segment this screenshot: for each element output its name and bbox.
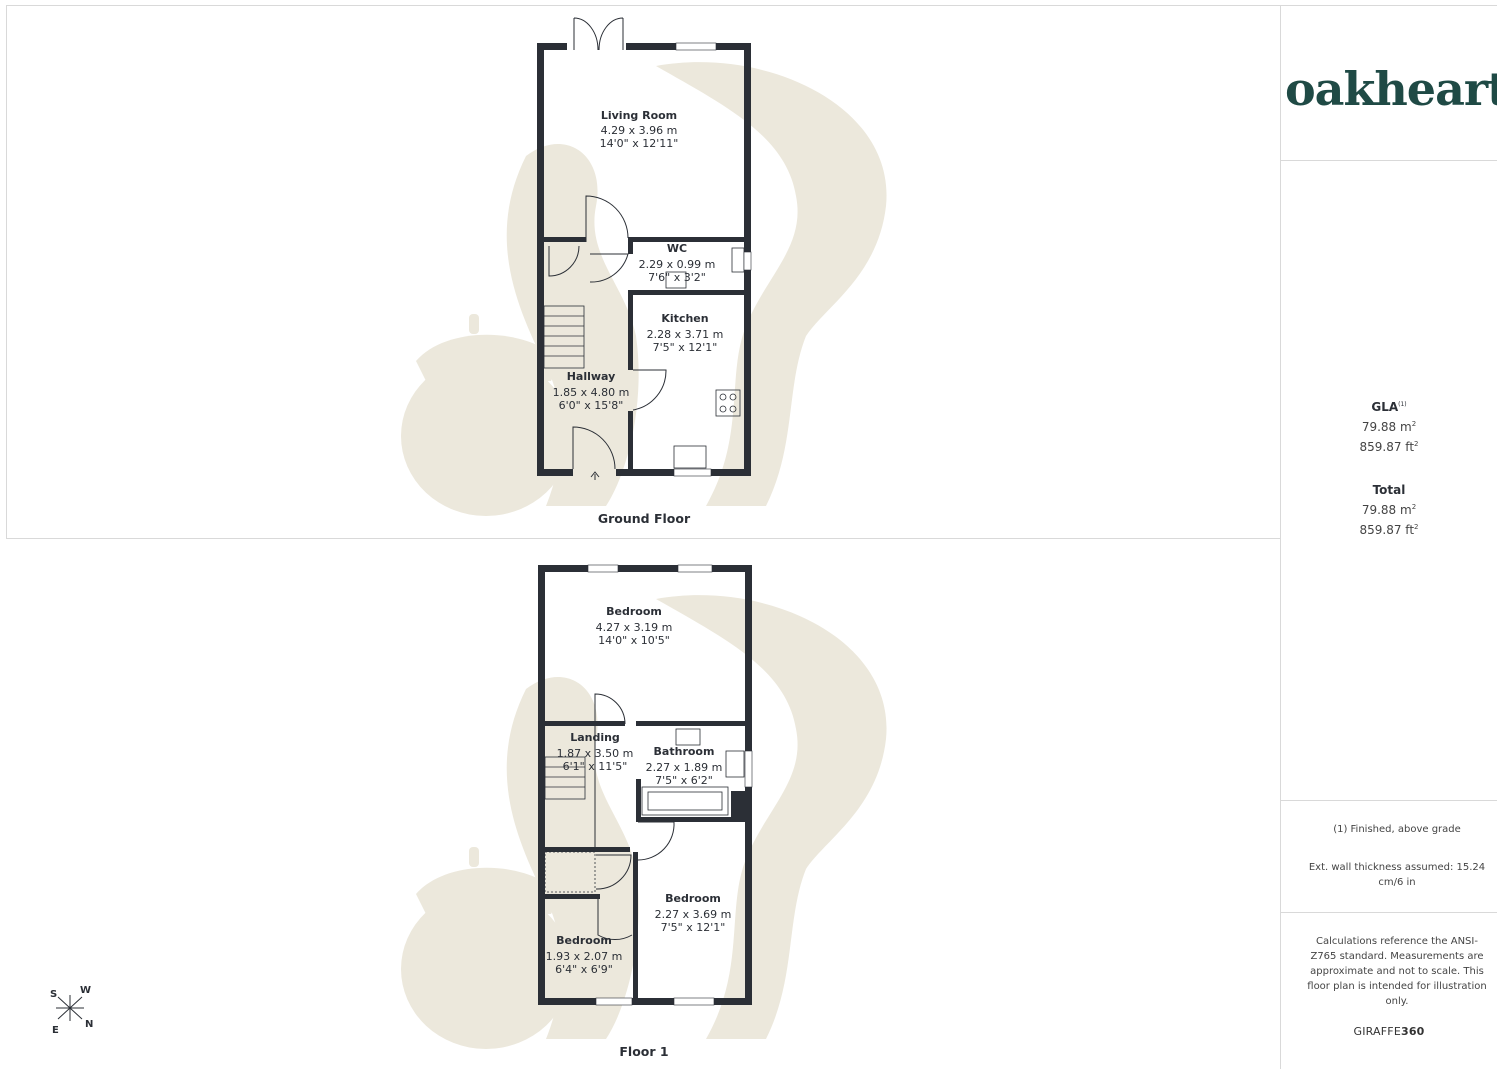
room-kitchen: Kitchen 2.28 x 3.71 m 7'5" x 12'1" [647,312,724,354]
ground-floor-plan: Living Room 4.29 x 3.96 m 14'0" x 12'11"… [401,17,887,516]
total-block: Total 79.88 m2 859.87 ft2 [1273,483,1497,537]
floor-1-title: Floor 1 [619,1044,669,1059]
svg-text:2.27 x 3.69 m: 2.27 x 3.69 m [655,908,732,921]
svg-text:2.29 x 0.99 m: 2.29 x 0.99 m [639,258,716,271]
svg-text:Hallway: Hallway [567,370,616,383]
room-bedroom-2: Bedroom 2.27 x 3.69 m 7'5" x 12'1" [655,892,732,934]
svg-text:E: E [52,1025,59,1036]
svg-text:4.29 x 3.96 m: 4.29 x 3.96 m [601,124,678,137]
svg-text:S: S [50,989,57,1000]
svg-text:1.87 x 3.50 m: 1.87 x 3.50 m [557,747,634,760]
svg-text:Bedroom: Bedroom [556,934,612,947]
note-calculations: Calculations reference the ANSI-Z765 sta… [1307,936,1487,1007]
note-wall-thickness: Ext. wall thickness assumed: 15.24 cm/6 … [1308,862,1486,888]
svg-text:Kitchen: Kitchen [661,312,708,325]
floor-1-plan: Bedroom 4.27 x 3.19 m 14'0" x 10'5" Land… [50,564,887,1049]
credit-brand: GIRAFFE360 [1353,1025,1425,1038]
svg-text:6'4" x 6'9": 6'4" x 6'9" [555,963,613,976]
gla-label: GLA(1) [1371,400,1407,414]
svg-text:7'6" x 3'2": 7'6" x 3'2" [648,271,706,284]
brand-logo: oakheart [1285,62,1497,116]
svg-text:4.27 x 3.19 m: 4.27 x 3.19 m [596,621,673,634]
svg-text:Landing: Landing [570,731,620,744]
svg-text:1.93 x 2.07 m: 1.93 x 2.07 m [546,950,623,963]
room-bedroom-1: Bedroom 4.27 x 3.19 m 14'0" x 10'5" [596,605,673,647]
svg-text:W: W [80,985,91,996]
svg-text:7'5" x 12'1": 7'5" x 12'1" [653,341,718,354]
gla-ft2: 859.87 ft2 [1359,440,1419,454]
svg-text:6'0" x 15'8": 6'0" x 15'8" [559,399,624,412]
svg-text:6'1" x 11'5": 6'1" x 11'5" [563,760,628,773]
gla-m2: 79.88 m2 [1361,420,1417,434]
room-living-room: Living Room 4.29 x 3.96 m 14'0" x 12'11" [600,109,679,150]
ground-floor-title: Ground Floor [597,511,691,526]
note-finished: (1) Finished, above grade [1333,824,1461,835]
svg-text:WC: WC [667,242,687,255]
svg-text:2.28 x 3.71 m: 2.28 x 3.71 m [647,328,724,341]
svg-text:14'0" x 10'5": 14'0" x 10'5" [598,634,670,647]
total-ft2: 859.87 ft2 [1359,523,1419,537]
total-m2: 79.88 m2 [1361,503,1417,517]
svg-text:2.27 x 1.89 m: 2.27 x 1.89 m [646,761,723,774]
svg-text:1.85 x 4.80 m: 1.85 x 4.80 m [553,386,630,399]
room-wc: WC 2.29 x 0.99 m 7'6" x 3'2" [639,242,716,284]
svg-text:7'5" x 12'1": 7'5" x 12'1" [661,921,726,934]
ground-floor-panel: Living Room 4.29 x 3.96 m 14'0" x 12'11"… [6,6,1280,538]
svg-text:14'0" x 12'11": 14'0" x 12'11" [600,137,679,150]
floor-1-panel: Bedroom 4.27 x 3.19 m 14'0" x 10'5" Land… [6,539,1280,1069]
room-bedroom-3: Bedroom 1.93 x 2.07 m 6'4" x 6'9" [546,934,623,976]
side-panel: oakheart GLA(1) 79.88 m2 859.87 ft2 Tota… [1281,6,1497,1069]
svg-text:N: N [85,1019,93,1030]
svg-text:Bedroom: Bedroom [665,892,721,905]
svg-text:Bathroom: Bathroom [654,745,715,758]
svg-text:7'5" x 6'2": 7'5" x 6'2" [655,774,713,787]
total-label: Total [1372,483,1406,497]
gla-block: GLA(1) 79.88 m2 859.87 ft2 [1273,400,1497,454]
svg-text:Living Room: Living Room [601,109,677,122]
room-bathroom: Bathroom 2.27 x 1.89 m 7'5" x 6'2" [646,745,723,787]
svg-text:Bedroom: Bedroom [606,605,662,618]
compass-icon: S W E N [50,985,93,1036]
